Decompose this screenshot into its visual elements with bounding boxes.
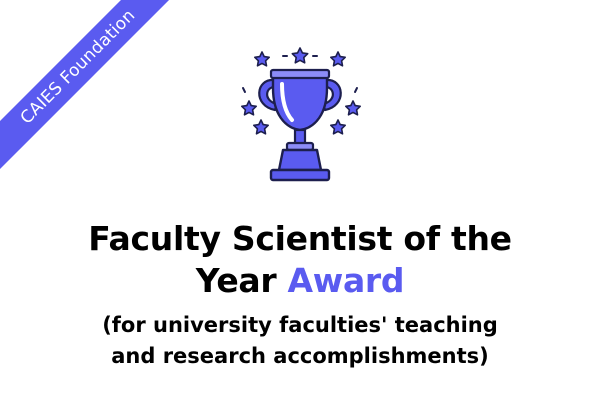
- page-title: Faculty Scientist of the Year Award: [0, 218, 600, 302]
- ribbon-label: CAIES Foundation: [16, 5, 140, 129]
- subtitle-line-2: and research accomplishments): [111, 344, 489, 368]
- corner-ribbon: CAIES Foundation: [0, 0, 182, 171]
- subtitle-line-1: (for university faculties' teaching: [102, 313, 498, 337]
- page-subtitle: (for university faculties' teaching and …: [0, 310, 600, 372]
- trophy-illustration: [225, 44, 375, 190]
- title-award-accent: Award: [287, 261, 405, 300]
- trophy-icon: [241, 47, 361, 182]
- title-year: Year: [195, 261, 288, 300]
- title-line-2: Year Award: [0, 260, 600, 302]
- title-line-1: Faculty Scientist of the: [88, 219, 512, 258]
